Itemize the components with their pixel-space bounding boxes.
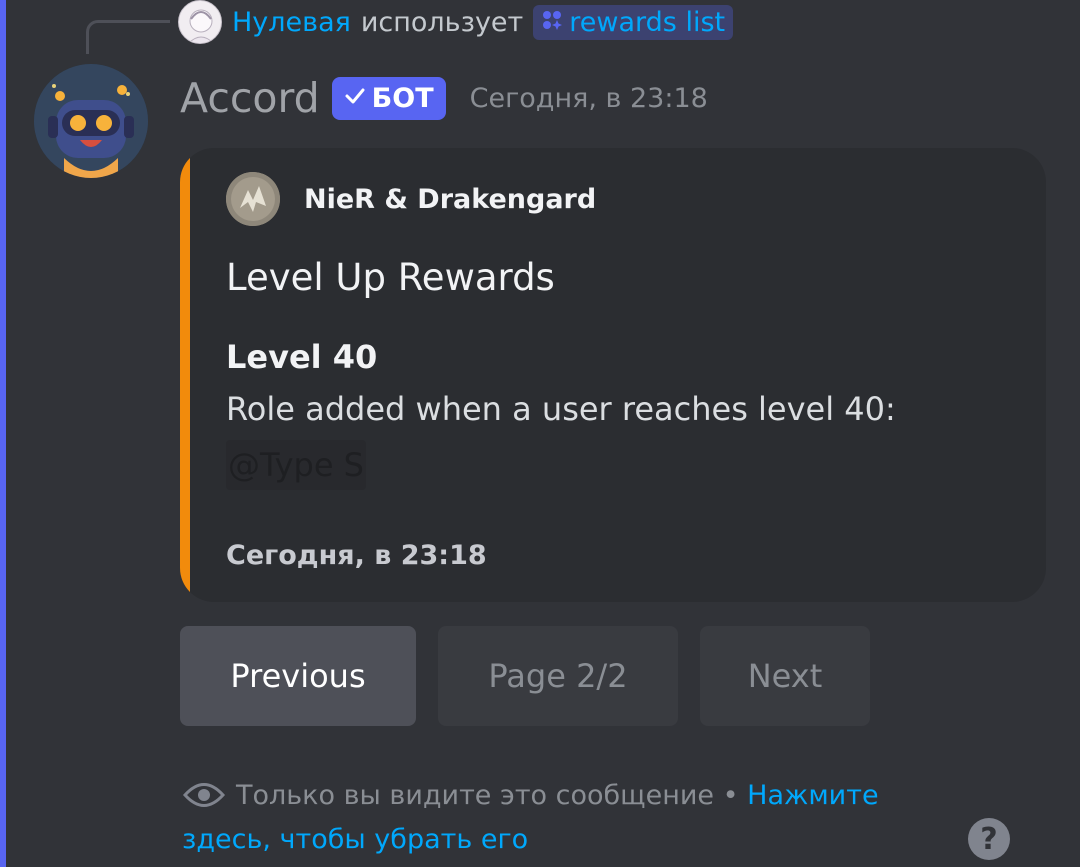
bot-avatar[interactable] [34,64,148,178]
previous-button[interactable]: Previous [180,626,416,726]
reply-user-avatar[interactable] [178,0,222,44]
embed-title: Level Up Rewards [226,256,555,299]
bot-name[interactable]: Accord [180,74,320,122]
message-header: Accord БОТ Сегодня, в 23:18 [180,70,708,126]
reply-context[interactable]: Нулевая использует rewards list [178,0,734,44]
bot-badge: БОТ [331,76,446,120]
embed-footer: Сегодня, в 23:18 [226,540,487,571]
next-button[interactable]: Next [700,626,870,726]
embed-field-name: Level 40 [226,338,378,376]
help-icon[interactable]: ? [968,818,1010,860]
bot-badge-label: БОТ [371,82,434,114]
embed-author: NieR & Drakengard [226,172,596,226]
embed-author-name: NieR & Drakengard [304,183,597,215]
command-name: rewards list [569,6,726,38]
page-indicator-button[interactable]: Page 2/2 [438,626,678,726]
eye-icon [182,780,226,810]
ephemeral-notice: Только вы видите это сообщение • Нажмите… [182,774,902,862]
unread-accent-bar [0,0,6,867]
embed-accent-bar [180,148,190,602]
embed-field-value: Role added when a user reaches level 40: [226,390,896,428]
role-mention[interactable]: @Type S [226,440,366,490]
command-chip[interactable]: rewards list [533,4,734,40]
rewards-embed: NieR & Drakengard Level Up Rewards Level… [180,148,1046,602]
ephemeral-notice-text: Только вы видите это сообщение • [236,780,748,811]
reply-spine [86,20,170,54]
reply-user-name[interactable]: Нулевая [232,7,351,38]
message-timestamp: Сегодня, в 23:18 [469,82,708,114]
server-icon [226,172,280,226]
check-icon [344,83,366,114]
reply-action-text: использует [360,6,524,38]
command-icon [541,7,563,38]
